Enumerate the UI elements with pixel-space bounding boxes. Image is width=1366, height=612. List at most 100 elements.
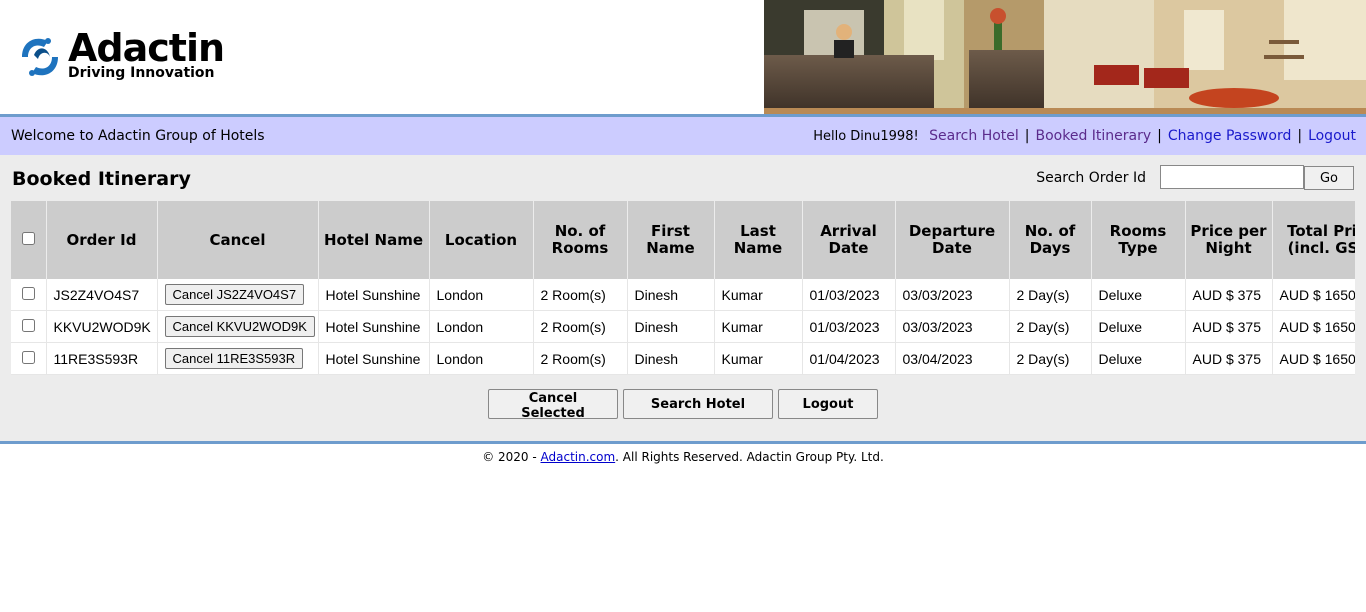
action-buttons: Cancel Selected Search Hotel Logout: [0, 389, 1366, 421]
search-order-form: Search Order Id Go: [1034, 165, 1354, 191]
row-select-checkbox[interactable]: [21, 286, 35, 300]
row-select-cell: [11, 342, 47, 375]
cell-order-id: KKVU2WOD9K: [46, 310, 158, 343]
cell-rooms: 2 Room(s): [533, 342, 628, 375]
booked-itinerary-table: Order Id Cancel Hotel Name Location No. …: [11, 201, 1355, 375]
header-order-id: Order Id: [46, 201, 158, 279]
cell-hotel-name: Hotel Sunshine: [318, 279, 430, 311]
cell-first-name: Dinesh: [627, 342, 715, 375]
cell-room-type: Deluxe: [1091, 342, 1186, 375]
cell-cancel: Cancel KKVU2WOD9K: [157, 310, 319, 343]
header-location: Location: [429, 201, 534, 279]
cell-arrival-date: 01/03/2023: [802, 310, 896, 343]
cell-total-price: AUD $ 1650: [1272, 310, 1355, 343]
cell-room-type: Deluxe: [1091, 310, 1186, 343]
header-cancel: Cancel: [157, 201, 319, 279]
header-first-name: First Name: [627, 201, 715, 279]
cell-location: London: [429, 342, 534, 375]
nav-separator: |: [1024, 128, 1030, 144]
select-all-header: [11, 201, 47, 279]
cell-days: 2 Day(s): [1009, 279, 1092, 311]
row-select-cell: [11, 279, 47, 311]
header-no-of-days: No. of Days: [1009, 201, 1092, 279]
cell-order-id: JS2Z4VO4S7: [46, 279, 158, 311]
table-row: 11RE3S593R Cancel 11RE3S593R Hotel Sunsh…: [11, 342, 1355, 375]
cell-departure-date: 03/03/2023: [895, 279, 1010, 311]
cell-location: London: [429, 310, 534, 343]
search-hotel-button[interactable]: Search Hotel: [623, 389, 773, 419]
table-row: KKVU2WOD9K Cancel KKVU2WOD9K Hotel Sunsh…: [11, 310, 1355, 343]
nav-link-search-hotel[interactable]: Search Hotel: [929, 128, 1019, 144]
adactin-logo: Adactin Driving Innovation: [14, 28, 244, 88]
cell-total-price: AUD $ 1650: [1272, 279, 1355, 311]
cell-last-name: Kumar: [714, 342, 803, 375]
logout-button[interactable]: Logout: [778, 389, 878, 419]
header-departure-date: Departure Date: [895, 201, 1010, 279]
page-title: Booked Itinerary: [12, 168, 191, 190]
nav-link-booked-itinerary[interactable]: Booked Itinerary: [1036, 128, 1152, 144]
main-content: Booked Itinerary Search Order Id Go Orde…: [0, 155, 1366, 441]
footer-copyright-prefix: © 2020 -: [482, 450, 541, 464]
cell-days: 2 Day(s): [1009, 342, 1092, 375]
table-header-row: Order Id Cancel Hotel Name Location No. …: [11, 201, 1355, 279]
adactin-swirl-icon: [22, 38, 58, 76]
header-hotel-name: Hotel Name: [318, 201, 430, 279]
hotel-lobby-banner: [764, 0, 1366, 114]
row-select-cell: [11, 310, 47, 343]
footer-copyright-suffix: . All Rights Reserved. Adactin Group Pty…: [615, 450, 884, 464]
cell-hotel-name: Hotel Sunshine: [318, 310, 430, 343]
cell-days: 2 Day(s): [1009, 310, 1092, 343]
header-rooms-type: Rooms Type: [1091, 201, 1186, 279]
row-select-checkbox[interactable]: [21, 318, 35, 332]
cell-order-id: 11RE3S593R: [46, 342, 158, 375]
cell-rooms: 2 Room(s): [533, 310, 628, 343]
cancel-order-button[interactable]: Cancel JS2Z4VO4S7: [164, 284, 305, 305]
cell-total-price: AUD $ 1650: [1272, 342, 1355, 375]
cancel-order-button[interactable]: Cancel 11RE3S593R: [164, 348, 304, 369]
header-last-name: Last Name: [714, 201, 803, 279]
cancel-selected-button[interactable]: Cancel Selected: [488, 389, 618, 421]
cell-cancel: Cancel JS2Z4VO4S7: [157, 279, 319, 311]
cell-price-per-night: AUD $ 375: [1185, 279, 1273, 311]
go-button[interactable]: Go: [1304, 166, 1354, 190]
row-select-checkbox[interactable]: [21, 350, 35, 364]
table-row: JS2Z4VO4S7 Cancel JS2Z4VO4S7 Hotel Sunsh…: [11, 279, 1355, 311]
nav-link-logout[interactable]: Logout: [1308, 128, 1356, 144]
hotel-lobby-image: [764, 0, 1366, 114]
booked-itinerary-table-wrapper[interactable]: Order Id Cancel Hotel Name Location No. …: [11, 201, 1355, 375]
top-nav: Hello Dinu1998! Search Hotel | Booked Itin…: [813, 127, 1356, 146]
welcome-bar: Welcome to Adactin Group of Hotels Hello…: [0, 117, 1366, 155]
cell-rooms: 2 Room(s): [533, 279, 628, 311]
cell-departure-date: 03/04/2023: [895, 342, 1010, 375]
cell-first-name: Dinesh: [627, 279, 715, 311]
cell-first-name: Dinesh: [627, 310, 715, 343]
nav-link-change-password[interactable]: Change Password: [1168, 128, 1291, 144]
cell-last-name: Kumar: [714, 310, 803, 343]
welcome-text: Welcome to Adactin Group of Hotels: [11, 128, 265, 144]
cell-departure-date: 03/03/2023: [895, 310, 1010, 343]
header-arrival-date: Arrival Date: [802, 201, 896, 279]
cell-price-per-night: AUD $ 375: [1185, 310, 1273, 343]
cell-hotel-name: Hotel Sunshine: [318, 342, 430, 375]
header-no-of-rooms: No. of Rooms: [533, 201, 628, 279]
footer-adactin-link[interactable]: Adactin.com: [541, 450, 616, 464]
search-order-label: Search Order Id: [1036, 170, 1146, 186]
header-price-per-night: Price per Night: [1185, 201, 1273, 279]
cell-arrival-date: 01/03/2023: [802, 279, 896, 311]
footer-divider: [0, 441, 1366, 444]
cell-location: London: [429, 279, 534, 311]
brand-tagline: Driving Innovation: [68, 65, 215, 81]
cell-cancel: Cancel 11RE3S593R: [157, 342, 319, 375]
select-all-checkbox[interactable]: [21, 231, 35, 245]
cell-price-per-night: AUD $ 375: [1185, 342, 1273, 375]
cancel-order-button[interactable]: Cancel KKVU2WOD9K: [164, 316, 315, 337]
brand-name: Adactin: [68, 26, 225, 70]
cell-last-name: Kumar: [714, 279, 803, 311]
cell-arrival-date: 01/04/2023: [802, 342, 896, 375]
cell-room-type: Deluxe: [1091, 279, 1186, 311]
search-order-input[interactable]: [1160, 165, 1304, 189]
nav-separator: |: [1157, 128, 1162, 144]
nav-separator: |: [1297, 128, 1303, 144]
header-total-price: Total Price (incl. GST): [1272, 201, 1355, 279]
hello-user-text: Hello Dinu1998!: [813, 129, 919, 144]
